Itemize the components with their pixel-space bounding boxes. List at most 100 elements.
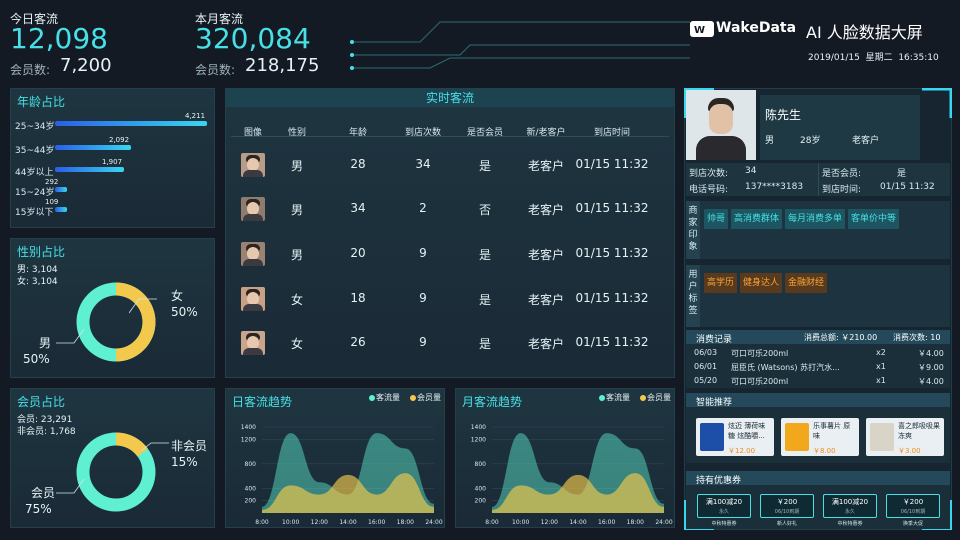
product-price: ￥3.00 — [898, 447, 921, 455]
header-deco-lines — [350, 21, 690, 70]
record-price: ￥4.00 — [918, 377, 944, 386]
arrival-time-label: 到店时间: — [822, 185, 862, 195]
realtime-avatar — [241, 153, 265, 177]
records-count: 消费次数: 10 — [893, 333, 941, 342]
y-tick-label: 1200 — [471, 436, 486, 443]
realtime-header-5: 新/老客户 — [526, 128, 566, 138]
male-percent: 50% — [23, 352, 50, 366]
product-name: 喜之郎吸吸果冻爽 — [898, 422, 940, 440]
realtime-cell-age: 18 — [350, 291, 366, 305]
x-tick-label: 8:00 — [485, 519, 499, 526]
coupon-caption: 换季大促 — [902, 521, 923, 527]
realtime-cell-visits: 2 — [419, 201, 427, 215]
coupon-caption: 中秋特惠券 — [837, 521, 863, 527]
visits-label: 到店次数: — [689, 169, 729, 179]
monthly-legend-dot-flow — [599, 395, 605, 401]
impression-tag: 高消费群体 — [731, 209, 783, 229]
realtime-cell-gender: 男 — [290, 159, 303, 173]
user-tag: 健身达人 — [740, 273, 783, 293]
y-tick-label: 200 — [245, 498, 257, 505]
brand-name: WakeData — [716, 20, 797, 36]
male-label: 男 — [39, 336, 52, 350]
records-title: 消费记录 — [696, 335, 733, 345]
realtime-header-0: 图像 — [243, 128, 262, 138]
realtime-cell-time: 01/15 11:32 — [575, 246, 649, 260]
realtime-cell-gender: 男 — [290, 203, 303, 217]
gender-panel-title: 性别占比 — [17, 245, 66, 259]
male-leader-line — [56, 329, 85, 344]
record-price: ￥4.00 — [918, 349, 944, 358]
member-leader-line — [56, 479, 85, 494]
recommend-title: 智能推荐 — [696, 398, 733, 408]
realtime-header-2: 年龄 — [348, 128, 367, 138]
realtime-cell-gender: 女 — [290, 337, 303, 351]
record-qty: x1 — [876, 362, 886, 371]
age-panel: 年龄占比 25~34岁 4,211 35~44岁 2,092 44岁以上 1,907 15~… — [10, 88, 215, 228]
coupon-validity: 06/10到期 — [900, 509, 926, 515]
user-tag: 金融财经 — [785, 273, 828, 293]
realtime-cell-time: 01/15 11:32 — [575, 291, 649, 305]
age-bar-4 — [55, 207, 67, 212]
y-tick-label: 1400 — [241, 424, 256, 431]
customer-type: 老客户 — [852, 136, 880, 146]
x-tick-label: 10:00 — [512, 519, 529, 526]
customer-name-card — [760, 95, 920, 160]
coupon-amount: 满100减20 — [831, 498, 869, 506]
female-leader-line — [129, 298, 157, 314]
product-name: 乐事薯片 原味 — [813, 422, 851, 440]
record-date: 06/03 — [694, 348, 718, 357]
nonmember-label: 非会员 — [171, 439, 208, 453]
female-count: 女: 3,104 — [17, 277, 58, 287]
monthly-legend-flow: 客流量 — [606, 393, 630, 402]
product-image — [785, 423, 809, 451]
y-tick-label: 200 — [475, 498, 487, 505]
realtime-cell-gender: 男 — [290, 248, 303, 262]
y-tick-label: 400 — [475, 485, 487, 492]
product-image — [870, 423, 894, 451]
realtime-header-6: 到店时间 — [593, 128, 630, 138]
x-tick-label: 10:00 — [282, 519, 299, 526]
daily-legend-member: 会员量 — [417, 393, 441, 402]
daily-legend-dot-flow — [369, 395, 375, 401]
coupon-title: 持有优惠券 — [696, 476, 742, 486]
arrival-time-value: 01/15 11:32 — [880, 182, 935, 192]
age-value-0: 4,211 — [185, 112, 206, 120]
record-date: 05/20 — [694, 376, 718, 385]
impression-tags: 帅哥 高消费群体 每月消费多单 客单价中等 — [704, 207, 944, 229]
today-member-label: 会员数: — [10, 63, 51, 77]
realtime-avatar — [241, 331, 265, 355]
age-bar-0 — [55, 121, 207, 126]
phone-label: 电话号码: — [689, 185, 729, 195]
coupon-amount: ￥200 — [902, 498, 924, 506]
age-value-3: 292 — [45, 178, 59, 186]
daily-legend-dot-member — [410, 395, 416, 401]
member-status-value: 是 — [897, 169, 907, 179]
realtime-cell-visits: 9 — [419, 335, 427, 349]
realtime-avatar — [241, 242, 265, 266]
age-label-0: 25~34岁 — [15, 122, 55, 132]
impression-tag: 帅哥 — [704, 209, 729, 229]
impression-label: 商家印象 — [686, 201, 700, 259]
realtime-cell-time: 01/15 11:32 — [575, 335, 649, 349]
realtime-header-1: 性别 — [287, 128, 306, 138]
x-tick-label: 24:00 — [425, 519, 442, 526]
dashboard-title: AI 人脸数据大屏 — [806, 23, 923, 42]
age-value-2: 1,907 — [102, 158, 123, 166]
gender-donut — [76, 282, 156, 362]
records-total: 消费总额: ￥210.00 — [804, 333, 878, 342]
record-item: 可口可乐200ml — [731, 377, 789, 386]
realtime-cell-member: 是 — [478, 159, 491, 173]
wakedata-logo-icon: W — [690, 21, 714, 37]
coupon-validity: 06/10到期 — [774, 509, 800, 515]
realtime-cell-type: 老客户 — [527, 203, 564, 217]
today-member-value: 7,200 — [60, 55, 112, 76]
customer-info-divider — [818, 163, 819, 196]
age-label-1: 35~44岁 — [15, 146, 55, 156]
realtime-cell-age: 20 — [350, 246, 366, 260]
realtime-cell-time: 01/15 11:32 — [575, 157, 649, 171]
nonmember-leader-line — [141, 442, 169, 452]
monthly-chart-panel: 月客流趋势 客流量 会员量 1400 1200 800 400 200 8:00 10:00… — [455, 388, 675, 528]
record-price: ￥9.00 — [918, 363, 944, 372]
y-tick-label: 800 — [475, 461, 487, 468]
age-label-2: 44岁以上 — [15, 168, 54, 178]
